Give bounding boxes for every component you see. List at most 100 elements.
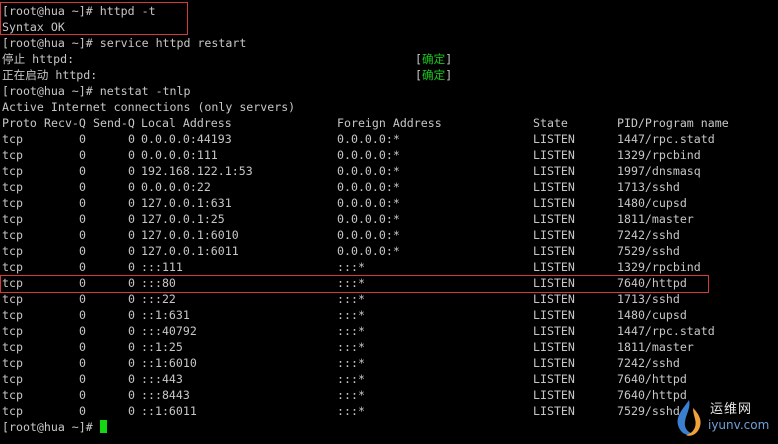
row-foreign-address: 0.0.0.0:* [337,196,400,210]
start-httpd-text: 正在启动 httpd: [2,68,98,82]
netstat-row: tcp 0 0::1:6011:::* LISTEN 7529/sshd [2,403,776,419]
netstat-row: tcp 0 0 127.0.0.1:25 0.0.0.0:* LISTEN 1811/mas… [2,211,776,227]
row-pid-program: 7529/sshd [617,404,680,418]
row-local-address: 0.0.0.0:22 [141,180,211,194]
shell-prompt: [root@hua ~]# [2,36,93,50]
netstat-row: tcp 0 0 0.0.0.0:22 0.0.0.0:* LISTEN 1713/sshd [2,179,776,195]
row-recvq: 0 [79,212,86,226]
row-sendq: 0 [128,404,135,418]
row-local-address: ::1:6011 [141,404,197,418]
netstat-row: tcp 0 0 127.0.0.1:631 0.0.0.0:* LISTEN 1480/cu… [2,195,776,211]
watermark-domain: iyunv.com [708,418,770,432]
row-proto: tcp [2,132,23,146]
row-sendq: 0 [128,340,135,354]
netstat-row: tcp 0 0::1:631:::* LISTEN 1480/cupsd [2,307,776,323]
row-proto: tcp [2,196,23,210]
terminal-window[interactable]: [root@hua ~]# httpd -t Syntax OK [root@h… [2,3,776,435]
netstat-row: tcp 0 0 192.168.122.1:53 0.0.0.0:* LISTEN 1997… [2,163,776,179]
row-proto: tcp [2,404,23,418]
row-sendq: 0 [128,260,135,274]
netstat-row: tcp 0 0 0.0.0.0:111 0.0.0.0:* LISTEN 1329/rpcb… [2,147,776,163]
row-proto: tcp [2,372,23,386]
row-local-address: :::111 [141,260,183,274]
header-sendq: Send-Q [93,116,135,130]
command-line-final[interactable]: [root@hua ~]# [2,419,776,435]
netstat-row: tcp 0 0 0.0.0.0:44193 0.0.0.0:* LISTEN 1447/rp… [2,131,776,147]
row-pid-program: 7640/httpd [617,276,687,290]
row-local-address: ::1:25 [141,340,183,354]
command-line-httpd-test: [root@hua ~]# httpd -t [2,3,776,19]
row-recvq: 0 [79,404,86,418]
row-local-address: :::8443 [141,388,190,402]
row-sendq: 0 [128,132,135,146]
row-pid-program: 1329/rpcbind [617,260,701,274]
row-local-address: 127.0.0.1:25 [141,212,225,226]
row-local-address: :::40792 [141,324,197,338]
row-recvq: 0 [79,276,86,290]
netstat-row: tcp 0 0:::8443:::* LISTEN 7640/httpd [2,387,776,403]
row-foreign-address: 0.0.0.0:* [337,148,400,162]
row-sendq: 0 [128,164,135,178]
row-foreign-address: :::* [337,340,365,354]
row-sendq: 0 [128,148,135,162]
row-proto: tcp [2,164,23,178]
row-local-address: :::22 [141,292,176,306]
row-pid-program: 7242/sshd [617,228,680,242]
row-sendq: 0 [128,228,135,242]
bracket-close: ] [445,68,453,82]
row-proto: tcp [2,180,23,194]
netstat-row: tcp 0 0:::80:::* LISTEN 7640/httpd [2,275,776,291]
syntax-ok-output: Syntax OK [2,19,776,35]
row-recvq: 0 [79,292,86,306]
row-pid-program: 1480/cupsd [617,196,687,210]
command-line-netstat: [root@hua ~]# netstat -tnlp [2,83,776,99]
row-pid-program: 7640/httpd [617,372,687,386]
row-pid-program: 1447/rpc.statd [617,132,715,146]
netstat-row: tcp 0 0:::111:::* LISTEN 1329/rpcbind [2,259,776,275]
row-state: LISTEN [533,132,575,146]
watermark: 运维网 iyunv.com [672,396,770,440]
bracket-open: [ [415,68,422,82]
row-foreign-address: :::* [337,388,365,402]
row-state: LISTEN [533,244,575,258]
row-state: LISTEN [533,388,575,402]
netstat-header-row: Proto Recv-Q Send-Q Local Address Foreig… [2,115,776,131]
row-foreign-address: :::* [337,372,365,386]
netstat-title: Active Internet connections (only server… [2,100,296,114]
row-state: LISTEN [533,292,575,306]
row-state: LISTEN [533,404,575,418]
netstat-row: tcp 0 0:::443:::* LISTEN 7640/httpd [2,371,776,387]
command-line-service-restart: [root@hua ~]# service httpd restart [2,35,776,51]
row-recvq: 0 [79,356,86,370]
row-state: LISTEN [533,148,575,162]
row-foreign-address: :::* [337,356,365,370]
row-state: LISTEN [533,212,575,226]
row-pid-program: 7242/sshd [617,356,680,370]
row-local-address: :::443 [141,372,183,386]
row-local-address: 127.0.0.1:6011 [141,244,239,258]
row-sendq: 0 [128,212,135,226]
row-pid-program: 1713/sshd [617,180,680,194]
row-local-address: ::1:631 [141,308,190,322]
row-proto: tcp [2,228,23,242]
row-foreign-address: 0.0.0.0:* [337,228,400,242]
ok-status-badge: [确定] [415,51,452,67]
row-pid-program: 7529/sshd [617,244,680,258]
row-recvq: 0 [79,164,86,178]
row-pid-program: 1713/sshd [617,292,680,306]
terminal-cursor [99,420,107,433]
bracket-close: ] [445,52,453,66]
stop-httpd-text: 停止 httpd: [2,52,75,66]
netstat-row: tcp 0 0:::40792:::* LISTEN 1447/rpc.statd [2,323,776,339]
row-sendq: 0 [128,180,135,194]
row-foreign-address: 0.0.0.0:* [337,164,400,178]
row-sendq: 0 [128,292,135,306]
row-proto: tcp [2,292,23,306]
row-sendq: 0 [128,356,135,370]
row-state: LISTEN [533,308,575,322]
row-recvq: 0 [79,308,86,322]
header-foreign-address: Foreign Address [337,116,442,130]
row-recvq: 0 [79,228,86,242]
row-state: LISTEN [533,196,575,210]
row-pid-program: 1811/master [617,212,694,226]
